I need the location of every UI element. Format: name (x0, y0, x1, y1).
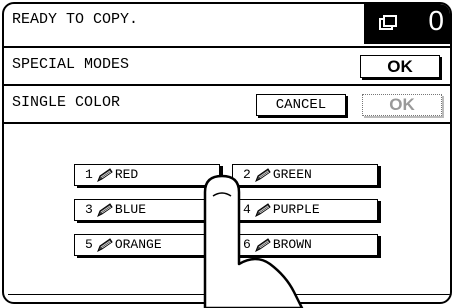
copy-counter: 0 (364, 4, 450, 44)
status-message: READY TO COPY. (12, 11, 139, 28)
special-modes-ok-button[interactable]: OK (360, 55, 440, 78)
color-button-red[interactable]: 1 RED (74, 164, 220, 186)
color-pencil-icon (254, 203, 271, 217)
status-bar: READY TO COPY. 0 (4, 4, 450, 48)
color-number: 3 (85, 202, 93, 217)
color-pencil-icon (96, 238, 113, 252)
color-button-brown[interactable]: 6 BROWN (232, 234, 378, 256)
color-label: BROWN (272, 237, 312, 252)
color-label: RED (114, 167, 139, 182)
special-modes-title: SPECIAL MODES (12, 56, 130, 73)
color-number: 2 (243, 167, 251, 182)
color-button-orange[interactable]: 5 ORANGE (74, 234, 220, 256)
color-pencil-icon (96, 203, 113, 217)
single-color-bar: SINGLE COLOR CANCEL OK (4, 84, 450, 124)
color-pencil-icon (254, 238, 271, 252)
color-button-green[interactable]: 2 GREEN (232, 164, 378, 186)
cancel-button[interactable]: CANCEL (256, 94, 346, 116)
panel-bottom-edge (8, 294, 450, 299)
special-modes-bar: SPECIAL MODES OK (4, 46, 450, 86)
single-color-title: SINGLE COLOR (12, 94, 121, 111)
copy-stack-icon (379, 15, 397, 30)
color-label: PURPLE (272, 202, 320, 217)
color-button-blue[interactable]: 3 BLUE (74, 199, 220, 221)
color-number: 4 (243, 202, 251, 217)
color-pencil-icon (96, 168, 113, 182)
color-label: ORANGE (114, 237, 162, 252)
color-pencil-icon (254, 168, 271, 182)
color-number: 5 (85, 237, 93, 252)
single-color-ok-button-disabled: OK (362, 94, 442, 116)
color-button-purple[interactable]: 4 PURPLE (232, 199, 378, 221)
color-number: 6 (243, 237, 251, 252)
color-label: BLUE (114, 202, 147, 217)
color-label: GREEN (272, 167, 312, 182)
color-number: 1 (85, 167, 93, 182)
touch-panel: READY TO COPY. 0 SPECIAL MODES OK SINGLE… (2, 2, 452, 304)
copy-count: 0 (428, 5, 444, 36)
